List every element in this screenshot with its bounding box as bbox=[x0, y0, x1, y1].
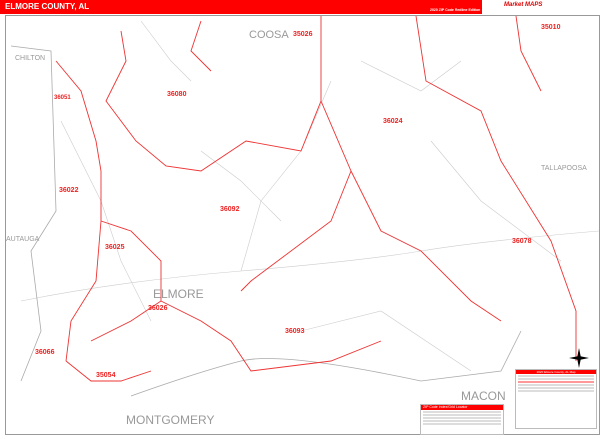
index-title: ZIP Code Index/Grid Locator bbox=[421, 405, 503, 410]
zip-label: 36093 bbox=[285, 328, 305, 335]
zip-label: 35026 bbox=[293, 31, 313, 38]
header-bar: ELMORE COUNTY, AL 2020 ZIP Code Redline … bbox=[0, 0, 600, 14]
county-label: TALLAPOOSA bbox=[541, 165, 587, 172]
zip-label: 35010 bbox=[541, 24, 561, 31]
county-label: MONTGOMERY bbox=[126, 413, 214, 427]
zip-label: 36078 bbox=[512, 238, 532, 245]
edition-label: 2020 ZIP Code Redline Edition bbox=[430, 8, 481, 12]
zip-boundaries bbox=[55, 15, 577, 382]
compass-rose-icon bbox=[569, 348, 589, 368]
zip-label: 36025 bbox=[105, 244, 125, 251]
logo: Market MAPS bbox=[482, 0, 600, 14]
zip-label: 35054 bbox=[96, 372, 116, 379]
zip-label: 36024 bbox=[383, 118, 403, 125]
legend-title: 2020 Elmore County, AL Map bbox=[516, 370, 596, 374]
map-canvas: COOSA CHILTON TALLAPOOSA AUTAUGA ELMORE … bbox=[6, 15, 600, 427]
map-area[interactable]: COOSA CHILTON TALLAPOOSA AUTAUGA ELMORE … bbox=[5, 15, 600, 435]
logo-text: Market MAPS bbox=[504, 2, 543, 8]
county-label: CHILTON bbox=[15, 55, 45, 62]
zip-label: 36051 bbox=[54, 95, 71, 101]
zip-label: 36026 bbox=[148, 305, 168, 312]
county-label: AUTAUGA bbox=[6, 236, 40, 243]
county-labels: COOSA CHILTON TALLAPOOSA AUTAUGA ELMORE … bbox=[6, 29, 587, 427]
county-label: MACON bbox=[461, 389, 506, 403]
map-legend: 2020 Elmore County, AL Map bbox=[515, 369, 597, 429]
zip-label: 36022 bbox=[59, 187, 79, 194]
county-boundary bbox=[10, 45, 522, 397]
map-title: ELMORE COUNTY, AL bbox=[5, 2, 90, 11]
zip-index-table: ZIP Code Index/Grid Locator bbox=[420, 404, 504, 435]
roads bbox=[20, 20, 600, 372]
zip-label: 36080 bbox=[167, 91, 187, 98]
zip-label: 36066 bbox=[35, 349, 55, 356]
zip-label: 36092 bbox=[220, 206, 240, 213]
county-label: COOSA bbox=[249, 29, 289, 41]
county-label: ELMORE bbox=[153, 287, 204, 301]
